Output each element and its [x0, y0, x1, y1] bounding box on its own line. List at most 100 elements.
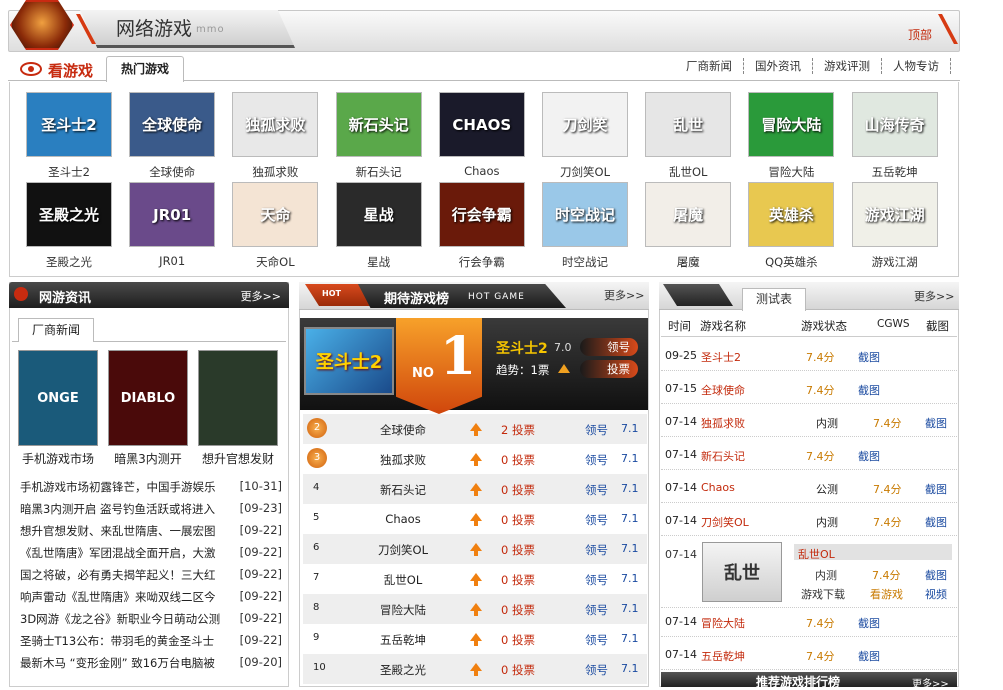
featured-name[interactable]: 乱世OL [798, 546, 835, 562]
up-arrow-icon[interactable] [470, 513, 482, 526]
ranked-game-name[interactable]: 全球使命 [358, 422, 448, 438]
anticipated-more-link[interactable]: 更多>> [604, 287, 644, 303]
news-thumb-caption[interactable]: 暗黑3内测开 [103, 450, 193, 467]
test-game-name[interactable]: 独孤求败 [701, 415, 745, 431]
game-item[interactable]: 屠魔 屠魔 [643, 182, 733, 270]
game-item[interactable]: 天命 天命OL [230, 182, 320, 270]
news-item[interactable]: 手机游戏市场初露锋芒，中国手游娱乐 [10-31] [20, 479, 282, 495]
schedule-more-link[interactable]: 更多>> [914, 288, 954, 304]
game-item[interactable]: 游戏江湖 游戏江湖 [850, 182, 940, 270]
ranked-game-name[interactable]: 独孤求败 [358, 452, 448, 468]
test-game-name[interactable]: 圣斗士2 [701, 349, 741, 365]
game-name[interactable]: 行会争霸 [437, 254, 527, 270]
game-thumb[interactable]: 游戏江湖 [851, 182, 938, 247]
game-thumb[interactable]: 圣殿之光 [26, 182, 112, 247]
game-item[interactable]: 乱世乱世OL [643, 92, 733, 180]
game-thumb[interactable]: 屠魔 [645, 182, 732, 247]
link-vendor-news[interactable]: 厂商新闻 [675, 58, 744, 74]
news-thumb[interactable]: DIABLO [108, 350, 188, 446]
news-headline[interactable]: 暗黑3内测开启 盗号钓鱼活跃或将进入 [20, 502, 215, 516]
vote-link[interactable]: 0 投票 [501, 602, 535, 618]
game-name[interactable]: 五岳乾坤 [850, 164, 940, 180]
news-item[interactable]: 国之将破，必有勇夫揭竿起义！三大红 [09-22] [20, 567, 282, 583]
game-thumb[interactable]: 山海传奇 [851, 92, 938, 157]
game-item[interactable]: 行会争霸 行会争霸 [437, 182, 527, 270]
get-code-link[interactable]: 领号 [585, 422, 608, 438]
vote-link[interactable]: 0 投票 [501, 482, 535, 498]
game-item[interactable]: CHAOS Chaos [437, 92, 527, 178]
game-name[interactable]: 乱世OL [643, 164, 733, 180]
game-thumb[interactable]: 全球使命 [129, 92, 216, 157]
featured-screenshot-link[interactable]: 截图 [925, 567, 947, 583]
game-thumb[interactable]: JR01 [129, 182, 216, 247]
screenshot-link[interactable]: 截图 [925, 415, 947, 431]
screenshot-link[interactable]: 截图 [858, 448, 880, 464]
get-code-link[interactable]: 领号 [585, 482, 608, 498]
screenshot-link[interactable]: 截图 [858, 382, 880, 398]
game-thumb[interactable]: 新石头记 [335, 92, 422, 157]
game-name[interactable]: 时空战记 [540, 254, 630, 270]
game-item[interactable]: 时空战记 时空战记 [540, 182, 630, 270]
get-code-link[interactable]: 领号 [585, 512, 608, 528]
vote-link[interactable]: 0 投票 [501, 542, 535, 558]
featured-download-link[interactable]: 游戏下载 [801, 586, 845, 602]
news-item[interactable]: 想升官想发财、来乱世隋唐、一展宏图 [09-22] [20, 523, 282, 539]
game-item[interactable]: 刀剑笑刀剑笑OL [540, 92, 630, 180]
tab-vendor-news[interactable]: 厂商新闻 [18, 318, 94, 342]
game-name[interactable]: 刀剑笑OL [540, 164, 630, 180]
vote-link[interactable]: 0 投票 [501, 512, 535, 528]
news-headline[interactable]: 圣骑士T13公布：带羽毛的黄金圣斗士 [20, 634, 214, 648]
up-arrow-icon[interactable] [470, 573, 482, 586]
featured-thumb[interactable]: 乱世 [702, 542, 782, 602]
game-thumb[interactable]: CHAOS [438, 92, 525, 157]
game-name[interactable]: Chaos [437, 164, 527, 178]
up-arrow-icon[interactable] [470, 483, 482, 496]
news-item[interactable]: 圣骑士T13公布：带羽毛的黄金圣斗士 [09-22] [20, 633, 282, 649]
link-foreign-news[interactable]: 国外资讯 [744, 58, 813, 74]
top-game-thumb[interactable]: 圣斗士2 [304, 327, 394, 395]
game-thumb[interactable]: 时空战记 [542, 182, 628, 247]
news-headline[interactable]: 3D网游《龙之谷》新职业今日萌动公测 [20, 612, 220, 626]
game-thumb[interactable]: 刀剑笑 [542, 92, 628, 157]
game-name[interactable]: 天命OL [230, 254, 320, 270]
get-code-link[interactable]: 领号 [585, 572, 608, 588]
news-headline[interactable]: 最新木马 “变形金刚” 致16万台电脑被 [20, 656, 215, 670]
news-headline[interactable]: 国之将破，必有勇夫揭竿起义！三大红 [20, 568, 216, 582]
featured-view-link[interactable]: 看游戏 [870, 586, 903, 602]
news-headline[interactable]: 手机游戏市场初露锋芒，中国手游娱乐 [20, 480, 216, 494]
ranked-game-name[interactable]: Chaos [358, 512, 448, 526]
news-thumb-caption[interactable]: 想升官想发财 [193, 450, 283, 467]
game-item[interactable]: JR01 JR01 [127, 182, 217, 268]
game-item[interactable]: 新石头记 新石头记 [334, 92, 424, 180]
get-code-link[interactable]: 领号 [585, 602, 608, 618]
vote-link[interactable]: 2 投票 [501, 422, 535, 438]
game-name[interactable]: 独孤求败 [230, 164, 320, 180]
game-item[interactable]: 英雄杀 QQ英雄杀 [746, 182, 836, 270]
news-thumb[interactable]: ONGE [18, 350, 98, 446]
game-thumb[interactable]: 行会争霸 [438, 182, 525, 247]
game-thumb[interactable]: 圣斗士2 [26, 92, 112, 157]
ranked-game-name[interactable]: 乱世OL [358, 572, 448, 588]
get-code-link[interactable]: 领号 [585, 632, 608, 648]
game-name[interactable]: JR01 [127, 254, 217, 268]
ranked-game-name[interactable]: 新石头记 [358, 482, 448, 498]
get-code-link[interactable]: 领号 [585, 542, 608, 558]
get-code-button[interactable]: 领号 [580, 338, 638, 356]
vote-link[interactable]: 0 投票 [501, 662, 535, 678]
link-game-reviews[interactable]: 游戏评测 [813, 58, 882, 74]
test-game-name[interactable]: Chaos [701, 481, 735, 494]
screenshot-link[interactable]: 截图 [858, 349, 880, 365]
game-item[interactable]: 圣殿之光 圣殿之光 [24, 182, 114, 270]
game-item[interactable]: 全球使命 全球使命 [127, 92, 217, 180]
game-thumb[interactable]: 独孤求败 [232, 92, 319, 157]
screenshot-link[interactable]: 截图 [925, 514, 947, 530]
news-item[interactable]: 最新木马 “变形金刚” 致16万台电脑被 [09-20] [20, 655, 282, 671]
news-more-link[interactable]: 更多>> [241, 288, 281, 304]
game-thumb[interactable]: 乱世 [645, 92, 732, 157]
up-arrow-icon[interactable] [470, 633, 482, 646]
news-item[interactable]: 暗黑3内测开启 盗号钓鱼活跃或将进入 [09-23] [20, 501, 282, 517]
game-item[interactable]: 山海传奇 五岳乾坤 [850, 92, 940, 180]
game-item[interactable]: 圣斗士2 圣斗士2 [24, 92, 114, 180]
up-arrow-icon[interactable] [470, 603, 482, 616]
featured-video-link[interactable]: 视频 [925, 586, 947, 602]
